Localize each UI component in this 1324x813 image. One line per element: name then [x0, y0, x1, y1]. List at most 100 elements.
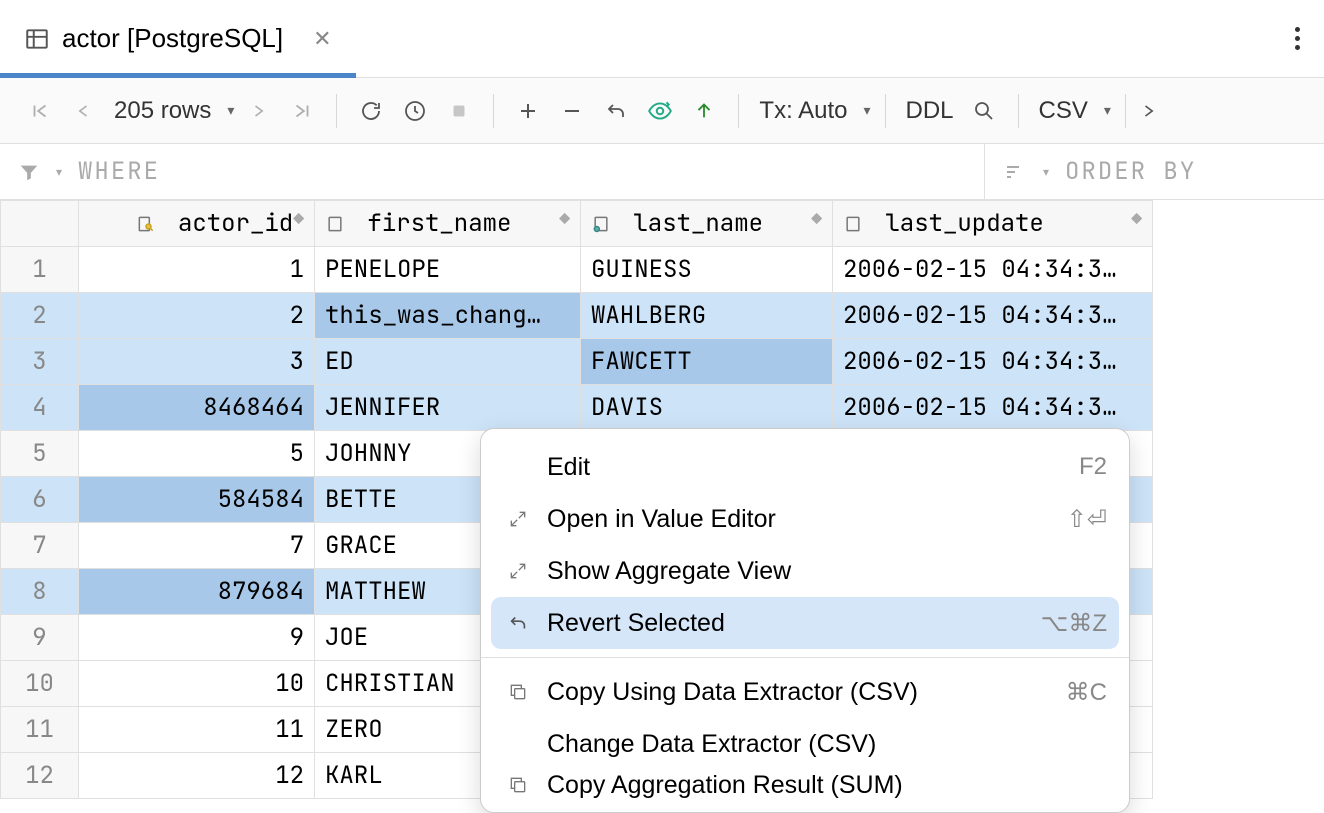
row-number[interactable]: 6 [1, 477, 79, 523]
cell-id[interactable]: 9 [79, 615, 315, 661]
revert-icon [503, 612, 533, 634]
column-header-last-name[interactable]: last_name ◆ [581, 201, 833, 247]
column-header-actor-id[interactable]: actor_id ◆ [79, 201, 315, 247]
context-menu: Edit F2 Open in Value Editor ⇧⏎ Show Agg… [480, 428, 1130, 813]
chevron-down-icon: ▾ [1104, 102, 1111, 119]
next-page-button[interactable] [238, 91, 278, 131]
cell-last[interactable]: GUINESS [581, 247, 833, 293]
more-toolbar-button[interactable] [1128, 91, 1168, 131]
tab-bar: actor [PostgreSQL] ✕ [0, 0, 1324, 78]
cell-update[interactable]: 2006-02-15 04:34:3… [833, 293, 1153, 339]
orderby-label: ORDER BY [1065, 156, 1196, 187]
cell-id[interactable]: 12 [79, 753, 315, 799]
cell-id[interactable]: 5 [79, 431, 315, 477]
ddl-button[interactable]: DDL [900, 97, 960, 125]
tab-actor[interactable]: actor [PostgreSQL] ✕ [0, 0, 356, 77]
cell-first[interactable]: this_was_chang… [315, 293, 581, 339]
copy-icon [503, 682, 533, 702]
row-number[interactable]: 11 [1, 707, 79, 753]
tab-title: actor [PostgreSQL] [62, 23, 283, 54]
column-icon [843, 214, 863, 234]
column-header-last-update[interactable]: last_update ◆ [833, 201, 1153, 247]
corner-cell[interactable] [1, 201, 79, 247]
row-number[interactable]: 10 [1, 661, 79, 707]
chevron-down-icon: ▾ [227, 102, 234, 119]
cell-id[interactable]: 584584 [79, 477, 315, 523]
cell-update[interactable]: 2006-02-15 04:34:3… [833, 385, 1153, 431]
menu-copy-extractor[interactable]: Copy Using Data Extractor (CSV) ⌘C [481, 666, 1129, 718]
row-count-label[interactable]: 205 rows [108, 97, 217, 125]
table-row[interactable]: 11PENELOPEGUINESS2006-02-15 04:34:3… [1, 247, 1153, 293]
cell-last[interactable]: WAHLBERG [581, 293, 833, 339]
menu-change-extractor[interactable]: Change Data Extractor (CSV) [481, 718, 1129, 770]
cell-update[interactable]: 2006-02-15 04:34:3… [833, 247, 1153, 293]
cell-first[interactable]: ED [315, 339, 581, 385]
submit-button[interactable] [684, 91, 724, 131]
menu-separator [481, 657, 1129, 658]
filter-icon [18, 161, 40, 183]
add-row-button[interactable] [508, 91, 548, 131]
cell-last[interactable]: FAWCETT [581, 339, 833, 385]
row-number[interactable]: 8 [1, 569, 79, 615]
orderby-filter[interactable]: ▾ ORDER BY [984, 144, 1324, 199]
export-button[interactable]: CSV [1033, 97, 1094, 125]
cell-id[interactable]: 7 [79, 523, 315, 569]
table-row[interactable]: 33EDFAWCETT2006-02-15 04:34:3… [1, 339, 1153, 385]
row-number[interactable]: 9 [1, 615, 79, 661]
sort-icon: ◆ [811, 208, 822, 231]
cell-id[interactable]: 10 [79, 661, 315, 707]
more-menu-button[interactable] [1271, 27, 1324, 50]
cell-id[interactable]: 2 [79, 293, 315, 339]
revert-button[interactable] [596, 91, 636, 131]
menu-aggregate-view[interactable]: Show Aggregate View [481, 545, 1129, 597]
sort-icon: ◆ [559, 208, 570, 231]
table-icon [24, 26, 50, 52]
row-number[interactable]: 7 [1, 523, 79, 569]
menu-open-value-editor[interactable]: Open in Value Editor ⇧⏎ [481, 493, 1129, 545]
tx-mode-button[interactable]: Tx: Auto [753, 97, 853, 125]
schedule-button[interactable] [395, 91, 435, 131]
column-icon [325, 214, 345, 234]
cell-first[interactable]: JENNIFER [315, 385, 581, 431]
sort-icon: ◆ [1131, 208, 1142, 231]
row-number[interactable]: 3 [1, 339, 79, 385]
row-number[interactable]: 4 [1, 385, 79, 431]
close-icon[interactable]: ✕ [313, 26, 331, 52]
copy-icon [503, 775, 533, 795]
menu-revert-selected[interactable]: Revert Selected ⌥⌘Z [491, 597, 1119, 649]
column-header-first-name[interactable]: first_name ◆ [315, 201, 581, 247]
cell-id[interactable]: 3 [79, 339, 315, 385]
expand-icon [503, 509, 533, 529]
search-button[interactable] [964, 91, 1004, 131]
cell-id[interactable]: 1 [79, 247, 315, 293]
toolbar: 205 rows ▾ Tx: Auto ▾ DDL CSV ▾ [0, 78, 1324, 144]
reload-button[interactable] [351, 91, 391, 131]
menu-edit[interactable]: Edit F2 [481, 441, 1129, 493]
filter-bar: ▾ WHERE ▾ ORDER BY [0, 144, 1324, 200]
row-number[interactable]: 1 [1, 247, 79, 293]
cell-id[interactable]: 879684 [79, 569, 315, 615]
preview-button[interactable] [640, 91, 680, 131]
row-number[interactable]: 2 [1, 293, 79, 339]
header-row: actor_id ◆ first_name ◆ last_name ◆ last… [1, 201, 1153, 247]
cell-first[interactable]: PENELOPE [315, 247, 581, 293]
cell-id[interactable]: 11 [79, 707, 315, 753]
cell-id[interactable]: 8468464 [79, 385, 315, 431]
stop-button[interactable] [439, 91, 479, 131]
key-column-icon [136, 214, 156, 234]
last-page-button[interactable] [282, 91, 322, 131]
first-page-button[interactable] [20, 91, 60, 131]
table-row[interactable]: 22this_was_chang…WAHLBERG2006-02-15 04:3… [1, 293, 1153, 339]
row-number[interactable]: 5 [1, 431, 79, 477]
table-row[interactable]: 48468464JENNIFERDAVIS2006-02-15 04:34:3… [1, 385, 1153, 431]
chevron-down-icon: ▾ [863, 102, 870, 119]
cell-update[interactable]: 2006-02-15 04:34:3… [833, 339, 1153, 385]
cell-last[interactable]: DAVIS [581, 385, 833, 431]
where-filter[interactable]: ▾ WHERE [0, 144, 984, 199]
indexed-column-icon [591, 214, 611, 234]
expand-icon [503, 561, 533, 581]
menu-copy-aggregation[interactable]: Copy Aggregation Result (SUM) [481, 770, 1129, 800]
prev-page-button[interactable] [64, 91, 104, 131]
row-number[interactable]: 12 [1, 753, 79, 799]
remove-row-button[interactable] [552, 91, 592, 131]
